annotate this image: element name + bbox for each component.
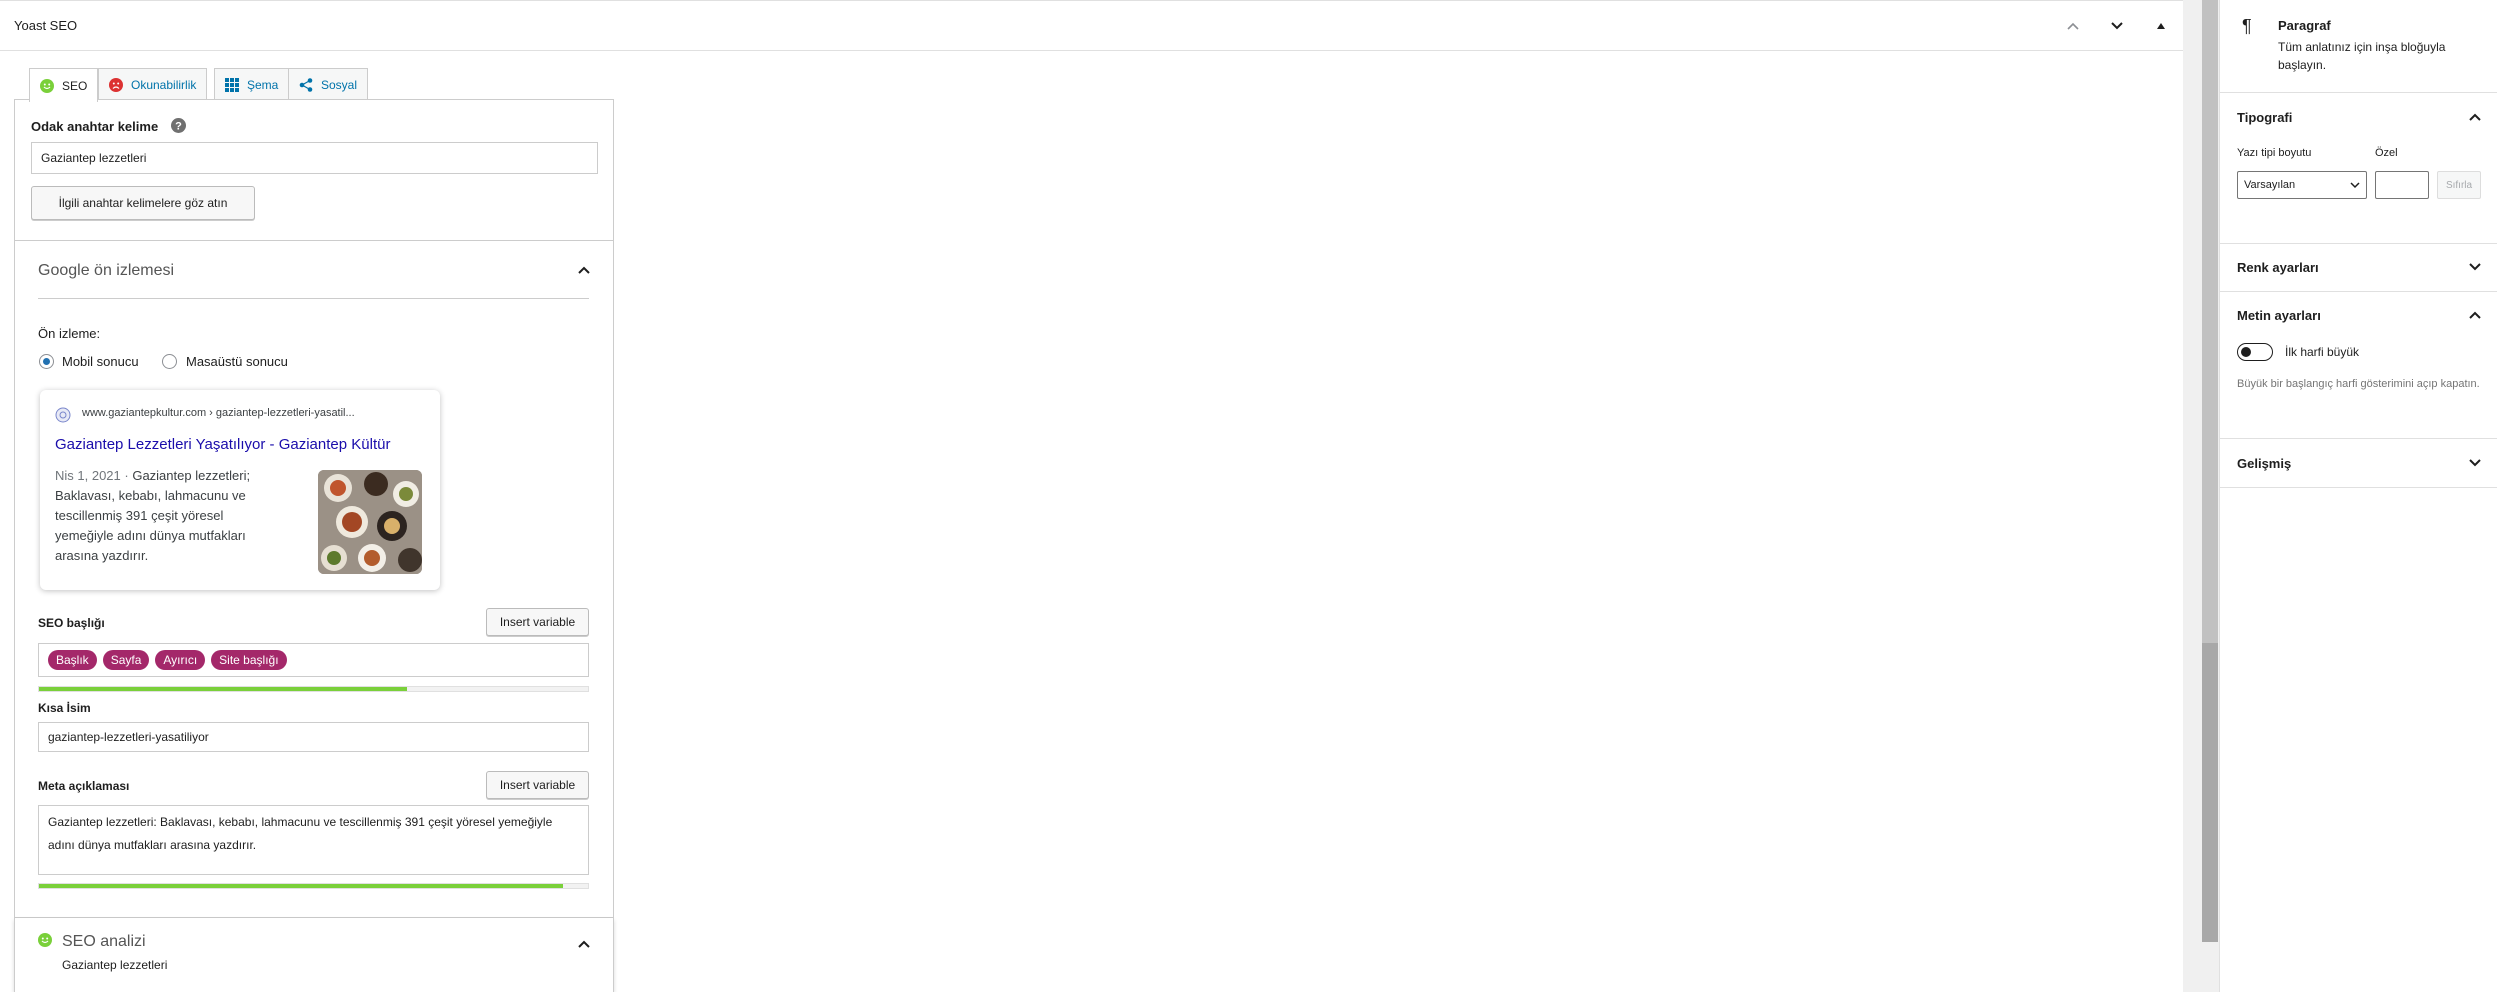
color-settings-title[interactable]: Renk ayarları	[2237, 260, 2319, 275]
tab-label: Sosyal	[321, 77, 358, 92]
focus-keyword-label: Odak anahtar kelime	[31, 119, 159, 134]
chevron-up-icon[interactable]	[2468, 110, 2482, 124]
help-icon[interactable]: ?	[171, 118, 186, 133]
paragraph-icon: ¶	[2242, 16, 2252, 36]
collapse-preview-button[interactable]	[576, 262, 592, 278]
globe-icon	[55, 407, 71, 423]
font-size-label: Yazı tipi boyutu	[2237, 147, 2312, 159]
chevron-up-icon	[578, 940, 590, 948]
section-divider	[38, 298, 589, 299]
font-size-value: Varsayılan	[2244, 179, 2296, 191]
smiley-bad-icon	[109, 77, 123, 92]
meta-description-label: Meta açıklaması	[38, 779, 130, 793]
caret-up-icon	[2157, 23, 2165, 29]
custom-size-label: Özel	[2375, 147, 2398, 159]
seo-title-label: SEO başlığı	[38, 616, 105, 630]
color-panel[interactable]: Renk ayarları	[2220, 244, 2497, 292]
google-result-card: www.gaziantepkultur.com › gaziantep-lezz…	[40, 390, 440, 590]
tab-label: SEO	[62, 78, 88, 93]
tab-seo[interactable]: SEO	[29, 68, 99, 102]
chevron-up-icon[interactable]	[2468, 308, 2482, 322]
tab-label: Okunabilirlik	[131, 77, 197, 92]
chevron-down-icon	[2111, 22, 2123, 30]
seo-title-progress	[38, 686, 589, 692]
result-date: Nis 1, 2021 ·	[55, 468, 129, 483]
mobile-result-radio[interactable]	[39, 354, 54, 369]
chevron-down-icon[interactable]	[2468, 260, 2482, 274]
result-title[interactable]: Gaziantep Lezzetleri Yaşatılıyor - Gazia…	[55, 436, 390, 453]
tab-label: Şema	[247, 77, 279, 92]
chevron-down-icon	[2350, 182, 2360, 189]
tab-schema[interactable]: Şema	[214, 68, 290, 100]
variable-pill[interactable]: Sayfa	[102, 650, 150, 670]
tab-social[interactable]: Sosyal	[288, 68, 369, 100]
desktop-result-radio[interactable]	[162, 354, 177, 369]
meta-description-progress	[38, 883, 589, 889]
result-snippet: Nis 1, 2021 · Gaziantep lezzetleri; Bakl…	[55, 466, 273, 566]
drop-cap-label[interactable]: İlk harfi büyük	[2285, 345, 2359, 359]
scrollbar-thumb[interactable]	[2202, 0, 2218, 643]
typography-panel: Tipografi Yazı tipi boyutu Özel Varsayıl…	[2220, 93, 2497, 244]
seo-analysis-header[interactable]: SEO analizi Gaziantep lezzetleri	[14, 918, 614, 992]
svg-text:?: ?	[175, 121, 182, 133]
focus-keyword-input[interactable]: Gaziantep lezzetleri	[31, 142, 598, 174]
block-settings-sidebar: ¶ Paragraf Tüm anlatınız için inşa bloğu…	[2219, 0, 2497, 992]
text-settings-title[interactable]: Metin ayarları	[2237, 308, 2321, 323]
result-url: www.gaziantepkultur.com › gaziantep-lezz…	[82, 407, 355, 419]
move-up-button[interactable]	[2060, 13, 2086, 39]
block-name: Paragraf	[2278, 18, 2331, 33]
block-card: ¶ Paragraf Tüm anlatınız için inşa bloğu…	[2220, 0, 2497, 93]
desktop-result-label[interactable]: Masaüstü sonucu	[186, 354, 288, 369]
text-settings-panel: Metin ayarları İlk harfi büyük Büyük bir…	[2220, 292, 2497, 439]
custom-size-input[interactable]	[2375, 171, 2429, 199]
move-down-button[interactable]	[2104, 13, 2130, 39]
google-preview-title: Google ön izlemesi	[38, 262, 175, 279]
related-keyphrases-button[interactable]: İlgili anahtar kelimelere göz atın	[31, 186, 255, 220]
toggle-panel-button[interactable]	[2148, 13, 2174, 39]
toggle-knob	[2241, 347, 2251, 357]
insert-variable-button[interactable]: Insert variable	[486, 771, 589, 799]
smiley-good-icon	[40, 78, 54, 93]
insert-variable-button[interactable]: Insert variable	[486, 608, 589, 636]
drop-cap-help: Büyük bir başlangıç harfi gösterimini aç…	[2237, 378, 2480, 390]
metabox-title: Yoast SEO	[14, 18, 78, 33]
chevron-up-icon	[2067, 22, 2079, 30]
section-divider	[14, 240, 614, 241]
advanced-title[interactable]: Gelişmiş	[2237, 456, 2291, 471]
grid-icon	[225, 77, 239, 92]
chevron-up-icon	[578, 266, 590, 274]
preview-mode-label: Ön izleme:	[38, 326, 101, 341]
typography-title[interactable]: Tipografi	[2237, 110, 2292, 125]
variable-pill[interactable]: Başlık	[48, 650, 97, 670]
variable-pill[interactable]: Site başlığı	[211, 650, 287, 670]
progress-fill	[39, 884, 564, 888]
progress-fill	[39, 687, 407, 691]
seo-title-editor[interactable]: Başlık Sayfa Ayırıcı Site başlığı	[38, 643, 589, 677]
yoast-metabox-header: Yoast SEO	[0, 0, 2183, 51]
smiley-good-icon	[38, 933, 52, 947]
slug-input[interactable]: gaziantep-lezzetleri-yasatiliyor	[38, 722, 589, 752]
result-thumbnail	[318, 470, 422, 574]
font-size-select[interactable]: Varsayılan	[2237, 171, 2367, 199]
slug-label: Kısa İsim	[38, 701, 91, 715]
meta-description-editor[interactable]: Gaziantep lezzetleri: Baklavası, kebabı,…	[38, 805, 589, 875]
block-description: Tüm anlatınız için inşa bloğuyla başlayı…	[2278, 40, 2446, 72]
reset-button[interactable]: Sıfırla	[2437, 171, 2481, 199]
tab-readability[interactable]: Okunabilirlik	[98, 68, 208, 100]
advanced-panel[interactable]: Gelişmiş	[2220, 439, 2497, 488]
seo-analysis-title: SEO analizi	[62, 933, 146, 950]
variable-pill[interactable]: Ayırıcı	[155, 650, 206, 670]
seo-analysis-subtitle: Gaziantep lezzetleri	[62, 958, 168, 972]
mobile-result-label[interactable]: Mobil sonucu	[62, 354, 139, 369]
scrollbar-thumb-lower[interactable]	[2202, 643, 2218, 942]
drop-cap-toggle[interactable]	[2237, 343, 2273, 361]
chevron-down-icon[interactable]	[2468, 456, 2482, 470]
share-icon	[299, 77, 313, 92]
editor-main: Yoast SEO SEO Okunabilirlik Şema Sosyal …	[0, 0, 2183, 992]
